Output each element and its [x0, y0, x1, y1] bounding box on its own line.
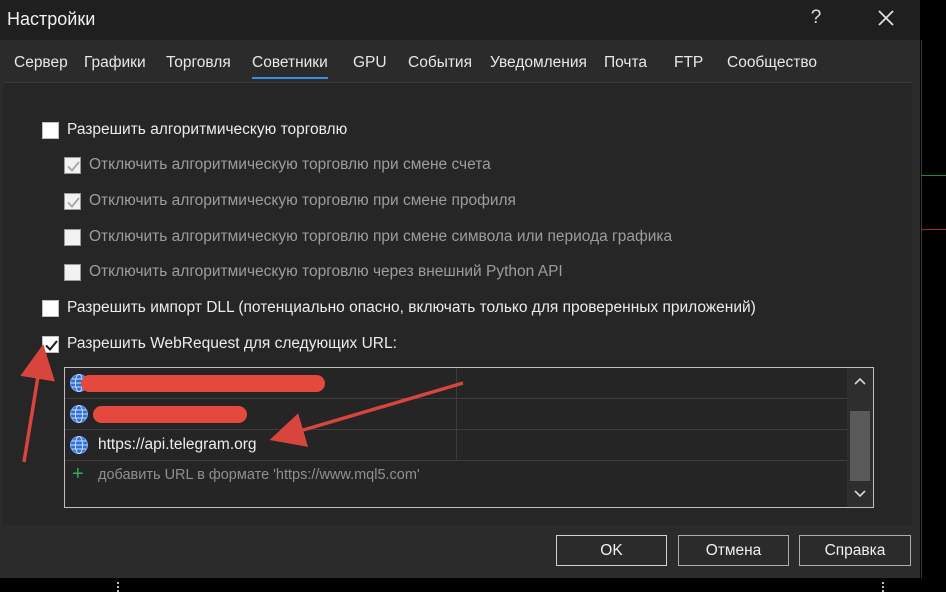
webrequest-url-list[interactable]: https://api.telegram.org + добавить URL …	[64, 367, 874, 508]
allow-webrequest-checkbox[interactable]	[42, 335, 59, 353]
allow-algo-trading-option[interactable]: Разрешить алгоритмическую торговлю	[42, 121, 347, 139]
tab-server[interactable]: Сервер	[14, 54, 68, 72]
chart-tick	[882, 582, 886, 592]
chart-edge	[921, 40, 922, 578]
chevron-up-icon[interactable]	[853, 376, 867, 386]
tab-notifications[interactable]: Уведомления	[490, 54, 587, 72]
tab-expert-advisors[interactable]: Советники	[252, 54, 328, 79]
disable-on-symbol-change-checkbox	[64, 228, 81, 246]
globe-icon	[70, 436, 88, 454]
chart-price-line	[921, 175, 946, 176]
url-text: https://api.telegram.org	[98, 436, 257, 453]
redacted-url-mark	[81, 375, 325, 392]
disable-on-profile-change-label: Отключить алгоритмическую торговлю при с…	[89, 192, 516, 209]
allow-dll-import-label: Разрешить импорт DLL (потенциально опасн…	[67, 299, 756, 316]
allow-dll-import-option[interactable]: Разрешить импорт DLL (потенциально опасн…	[42, 299, 756, 317]
help-question-button[interactable]: ?	[805, 7, 827, 29]
disable-on-symbol-change-label: Отключить алгоритмическую торговлю при с…	[89, 228, 673, 245]
url-row[interactable]	[65, 399, 848, 430]
column-separator	[456, 399, 457, 429]
disable-python-api-checkbox	[64, 263, 81, 281]
allow-dll-import-checkbox[interactable]	[42, 299, 59, 317]
cancel-button[interactable]: Отмена	[678, 535, 789, 566]
ok-button[interactable]: OK	[556, 535, 667, 566]
chevron-down-icon[interactable]	[853, 489, 867, 499]
disable-on-profile-change-option: Отключить алгоритмическую торговлю при с…	[64, 192, 516, 210]
add-url-row[interactable]: + добавить URL в формате 'https://www.mq…	[65, 461, 848, 491]
plus-icon: +	[72, 463, 84, 485]
disable-python-api-option: Отключить алгоритмическую торговлю через…	[64, 263, 563, 281]
tab-bar: Сервер Графики Торговля Советники GPU Со…	[0, 40, 920, 80]
add-url-placeholder: добавить URL в формате 'https://www.mql5…	[98, 467, 420, 483]
tab-charts[interactable]: Графики	[84, 54, 146, 72]
disable-on-profile-change-checkbox	[64, 192, 81, 210]
disable-on-account-change-option: Отключить алгоритмическую торговлю при с…	[64, 156, 491, 174]
allow-webrequest-option[interactable]: Разрешить WebRequest для следующих URL:	[42, 335, 397, 353]
globe-icon	[70, 405, 88, 423]
tab-events[interactable]: События	[408, 54, 472, 72]
tab-trade[interactable]: Торговля	[166, 54, 231, 72]
tab-mail[interactable]: Почта	[604, 54, 647, 72]
close-icon[interactable]	[872, 4, 900, 32]
disable-on-account-change-checkbox	[64, 156, 81, 174]
checkmark-icon	[67, 160, 80, 172]
disable-on-symbol-change-option: Отключить алгоритмическую торговлю при с…	[64, 228, 672, 246]
url-list-scrollbar[interactable]	[847, 368, 873, 507]
column-separator	[456, 430, 457, 460]
disable-on-account-change-label: Отключить алгоритмическую торговлю при с…	[89, 156, 491, 173]
tab-community[interactable]: Сообщество	[727, 54, 817, 72]
scrollbar-thumb[interactable]	[850, 411, 870, 481]
tab-ftp[interactable]: FTP	[674, 54, 703, 72]
checkmark-icon	[45, 339, 58, 351]
allow-algo-trading-checkbox[interactable]	[42, 121, 59, 139]
chart-tick	[117, 582, 121, 592]
chart-price-line	[921, 229, 946, 230]
checkmark-icon	[67, 196, 80, 208]
settings-dialog: Настройки ? Сервер Графики Торговля Сове…	[0, 0, 920, 578]
dialog-title: Настройки	[7, 9, 96, 29]
allow-algo-trading-label: Разрешить алгоритмическую торговлю	[67, 121, 348, 138]
allow-webrequest-label: Разрешить WebRequest для следующих URL:	[67, 335, 397, 352]
column-separator	[456, 368, 457, 398]
url-row[interactable]	[65, 368, 848, 399]
url-row[interactable]: https://api.telegram.org	[65, 430, 848, 461]
tab-gpu[interactable]: GPU	[353, 54, 387, 72]
help-button[interactable]: Справка	[799, 535, 911, 566]
disable-python-api-label: Отключить алгоритмическую торговлю через…	[89, 263, 563, 280]
redacted-url-mark	[93, 406, 247, 423]
title-bar: Настройки ?	[0, 0, 920, 40]
